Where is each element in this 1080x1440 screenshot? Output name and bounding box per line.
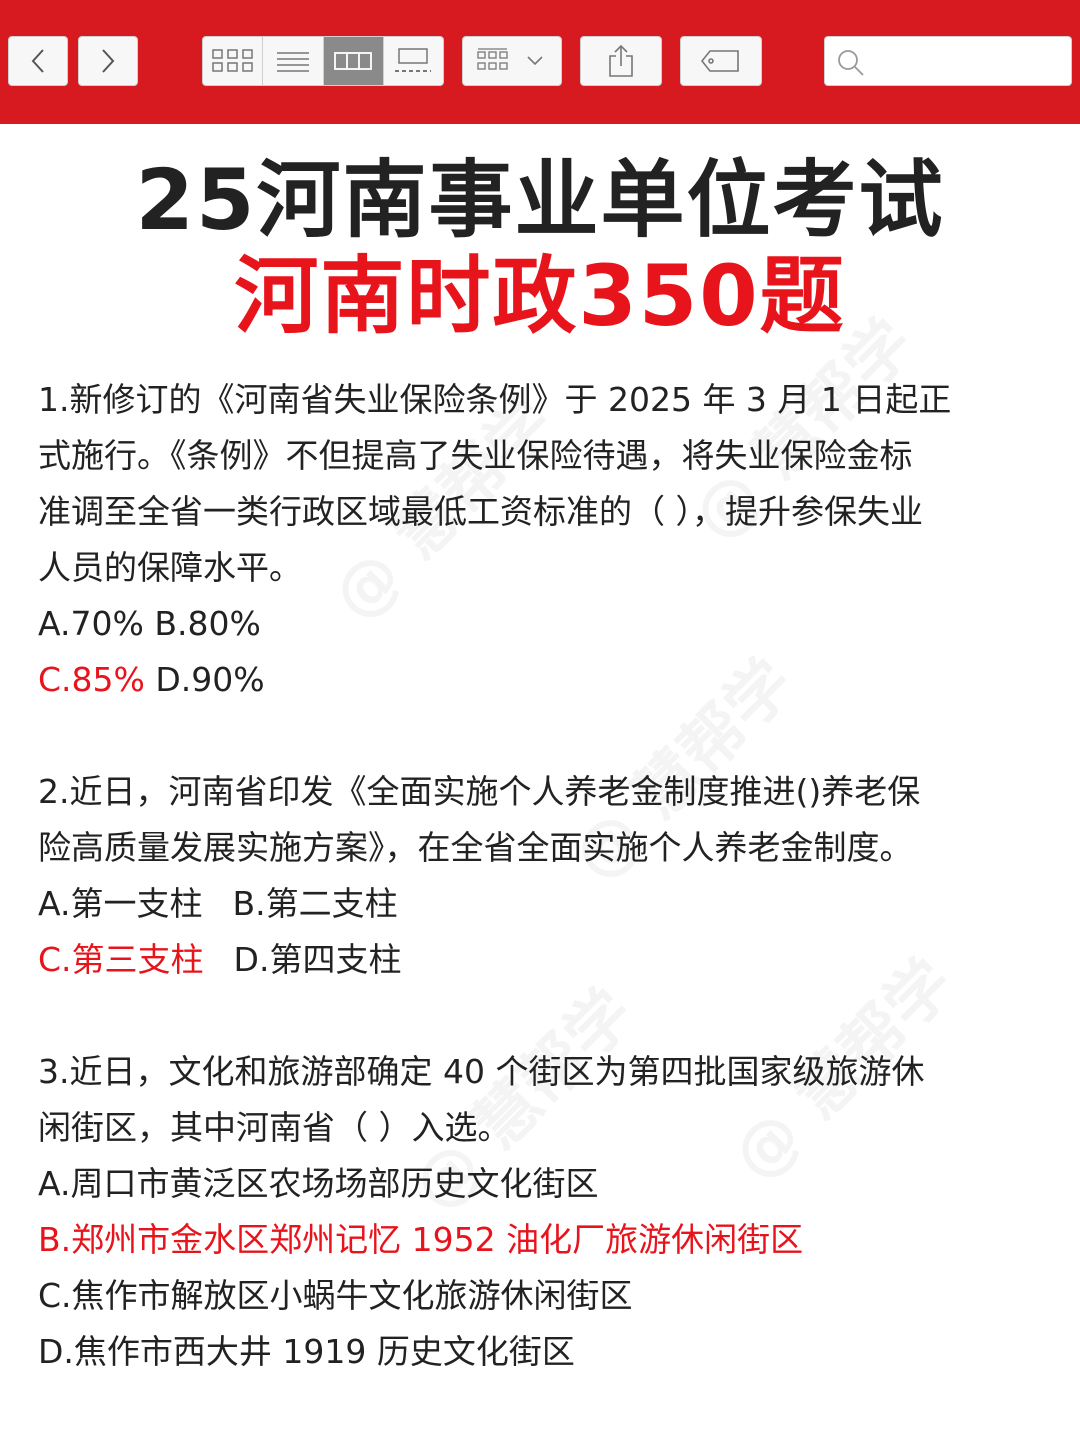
tag-icon: [681, 37, 761, 85]
grid-view-button[interactable]: [203, 37, 264, 85]
gallery-view-icon: [393, 47, 433, 75]
list-view-button[interactable]: [263, 37, 324, 85]
question-3: 3.近日，文化和旅游部确定 40 个街区为第四批国家级旅游休 闲街区，其中河南省…: [38, 1044, 1048, 1380]
page-subtitle: 河南时政350题: [234, 247, 846, 345]
question-list: 1.新修订的《河南省失业保险条例》于 2025 年 3 月 1 日起正 式施行。…: [38, 372, 1048, 1380]
option: D.90%: [144, 660, 265, 699]
options-row: A.70% B.80%: [38, 604, 261, 643]
group-by-icon: [463, 37, 561, 85]
search-box[interactable]: [824, 36, 1072, 86]
view-mode-switcher: [202, 36, 444, 86]
column-view-button[interactable]: [323, 37, 384, 85]
back-button[interactable]: [8, 36, 68, 86]
question-text-line: 1.新修订的《河南省失业保险条例》于 2025 年 3 月 1 日起正: [38, 380, 952, 419]
gallery-view-button[interactable]: [384, 37, 443, 85]
column-view-icon: [333, 50, 373, 72]
options-row: C.第三支柱 D.第四支柱: [38, 932, 1048, 988]
correct-answer-option: C.第三支柱: [38, 940, 204, 979]
chevron-left-icon: [9, 37, 67, 85]
share-icon: [581, 37, 661, 85]
options-row: C.85% D.90%: [38, 652, 1048, 708]
search-icon: [837, 49, 865, 77]
option: D.焦作市西大井 1919 历史文化街区: [38, 1332, 575, 1371]
share-button[interactable]: [580, 36, 662, 86]
page: @ 慧帮学 @ 慧帮学 @ 慧帮学 @ 慧帮学 @ 慧帮学 25河南事业单位考试…: [0, 0, 1080, 1440]
question-1: 1.新修订的《河南省失业保险条例》于 2025 年 3 月 1 日起正 式施行。…: [38, 372, 1048, 708]
tag-button[interactable]: [680, 36, 762, 86]
question-text-line: 险高质量发展实施方案》，在全省全面实施个人养老金制度。: [38, 828, 913, 867]
option: D.第四支柱: [233, 940, 402, 979]
question-text-line: 准调至全省一类行政区域最低工资标准的（ ），提升参保失业: [38, 492, 923, 531]
question-text-line: 2.近日，河南省印发《全面实施个人养老金制度推进()养老保: [38, 772, 921, 811]
question-2: 2.近日，河南省印发《全面实施个人养老金制度推进()养老保 险高质量发展实施方案…: [38, 764, 1048, 988]
option: A.周口市黄泛区农场场部历史文化街区: [38, 1164, 599, 1203]
chevron-right-icon: [79, 37, 137, 85]
page-title: 25河南事业单位考试: [135, 151, 945, 249]
list-view-icon: [275, 49, 311, 73]
question-text-line: 式施行。《条例》不但提高了失业保险待遇，将失业保险金标: [38, 436, 913, 475]
search-input[interactable]: [873, 45, 1063, 79]
question-text-line: 3.近日，文化和旅游部确定 40 个街区为第四批国家级旅游休: [38, 1052, 925, 1091]
correct-answer-option: C.85%: [38, 660, 145, 699]
option: B.第二支柱: [232, 884, 398, 923]
group-by-button[interactable]: [462, 36, 562, 86]
options-row: A.第一支柱 B.第二支柱: [38, 876, 1048, 932]
question-text-line: 闲街区，其中河南省（ ）入选。: [38, 1108, 511, 1147]
forward-button[interactable]: [78, 36, 138, 86]
toolbar: [0, 0, 1080, 124]
option: A.第一支柱: [38, 884, 203, 923]
grid-view-icon: [211, 48, 255, 74]
correct-answer-option: B.郑州市金水区郑州记忆 1952 油化厂旅游休闲街区: [38, 1220, 804, 1259]
option: C.焦作市解放区小蜗牛文化旅游休闲街区: [38, 1276, 633, 1315]
question-text-line: 人员的保障水平。: [38, 548, 302, 587]
